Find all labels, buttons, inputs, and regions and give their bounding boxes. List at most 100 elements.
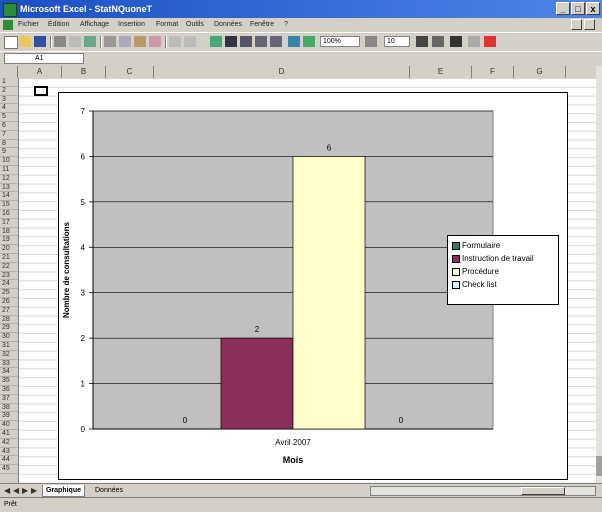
active-cell-a1[interactable] [34, 86, 48, 96]
copy-icon[interactable] [119, 36, 131, 47]
sheet-tab-graphique[interactable]: Graphique [42, 485, 86, 497]
menu-help[interactable]: ? [284, 21, 288, 28]
column-header-d[interactable]: D [154, 66, 410, 78]
help-icon[interactable] [365, 36, 377, 47]
menu-insertion[interactable]: Insertion [118, 21, 145, 28]
row-header-12[interactable]: 12 [0, 175, 18, 184]
row-header-30[interactable]: 30 [0, 333, 18, 342]
legend-item[interactable]: Procédure [452, 265, 558, 278]
menu-fichier[interactable]: Fichier [18, 21, 39, 28]
row-header-27[interactable]: 27 [0, 307, 18, 316]
row-header-41[interactable]: 41 [0, 430, 18, 439]
row-header-26[interactable]: 26 [0, 298, 18, 307]
row-header-20[interactable]: 20 [0, 245, 18, 254]
menu-outils[interactable]: Outils [186, 21, 204, 28]
next-sheet-arrow-icon[interactable]: ▶ [22, 486, 28, 495]
column-header-c[interactable]: C [106, 66, 154, 78]
menu-affichage[interactable]: Affichage [80, 21, 109, 28]
row-header-22[interactable]: 22 [0, 263, 18, 272]
row-header-44[interactable]: 44 [0, 456, 18, 466]
menu-edition[interactable]: Édition [48, 21, 69, 28]
column-header-a[interactable]: A [18, 66, 62, 78]
row-header-3[interactable]: 3 [0, 96, 18, 105]
row-header-40[interactable]: 40 [0, 421, 18, 430]
menu-format[interactable]: Format [156, 21, 178, 28]
row-header-39[interactable]: 39 [0, 412, 18, 422]
row-header-42[interactable]: 42 [0, 439, 18, 448]
print-icon[interactable] [54, 36, 66, 47]
last-sheet-arrow-icon[interactable]: ▶ [31, 486, 37, 495]
row-header-6[interactable]: 6 [0, 122, 18, 131]
row-header-37[interactable]: 37 [0, 395, 18, 404]
close-button[interactable]: x [586, 2, 600, 15]
function-icon[interactable] [240, 36, 252, 47]
row-header-23[interactable]: 23 [0, 272, 18, 281]
row-header-9[interactable]: 9 [0, 148, 18, 158]
drawing-icon[interactable] [303, 36, 315, 47]
row-header-21[interactable]: 21 [0, 254, 18, 263]
menu-donnees[interactable]: Données [214, 21, 242, 28]
legend-item[interactable]: Formulaire [452, 239, 558, 252]
redo-icon[interactable] [184, 36, 196, 47]
row-header-25[interactable]: 25 [0, 289, 18, 298]
row-header-43[interactable]: 43 [0, 448, 18, 457]
row-header-13[interactable]: 13 [0, 184, 18, 193]
row-header-28[interactable]: 28 [0, 316, 18, 325]
row-header-29[interactable]: 29 [0, 324, 18, 334]
column-header-e[interactable]: E [410, 66, 472, 78]
doc-restore-button[interactable] [571, 19, 582, 30]
row-header-24[interactable]: 24 [0, 280, 18, 290]
chart-legend[interactable]: Formulaire Instruction de travail Procédur… [447, 235, 559, 305]
first-sheet-arrow-icon[interactable]: ◀ [4, 486, 10, 495]
font-size-select[interactable]: 10 [384, 36, 410, 47]
currency-icon[interactable] [450, 36, 462, 47]
row-header-19[interactable]: 19 [0, 236, 18, 246]
row-header-17[interactable]: 17 [0, 219, 18, 228]
row-header-10[interactable]: 10 [0, 157, 18, 166]
new-icon[interactable] [4, 36, 18, 49]
row-header-11[interactable]: 11 [0, 166, 18, 175]
prev-sheet-arrow-icon[interactable]: ◀ [13, 486, 19, 495]
sort-descending-icon[interactable] [270, 36, 282, 47]
row-header-34[interactable]: 34 [0, 368, 18, 378]
undo-icon[interactable] [169, 36, 181, 47]
horizontal-scroll-thumb[interactable] [521, 487, 565, 495]
spelling-icon[interactable] [84, 36, 96, 47]
row-header-38[interactable]: 38 [0, 404, 18, 413]
format-painter-icon[interactable] [149, 36, 161, 47]
hyperlink-icon[interactable] [210, 36, 222, 47]
row-header-33[interactable]: 33 [0, 360, 18, 369]
menu-fenetre[interactable]: Fenêtre [250, 21, 274, 28]
row-header-32[interactable]: 32 [0, 351, 18, 360]
row-header-4[interactable]: 4 [0, 104, 18, 114]
open-icon[interactable] [19, 36, 31, 47]
excel-app-icon[interactable] [3, 3, 17, 17]
sheet-tab-donnees[interactable]: Données [92, 485, 126, 496]
maximize-button[interactable]: □ [571, 2, 585, 15]
minimize-button[interactable]: _ [556, 2, 570, 15]
workbook-icon[interactable] [3, 20, 13, 30]
row-header-8[interactable]: 8 [0, 140, 18, 149]
vertical-scrollbar[interactable] [596, 66, 602, 483]
select-all-corner[interactable] [0, 66, 18, 78]
embedded-chart[interactable]: 0 1 2 3 4 5 6 7 0 2 6 0 Avril 2007 Mois Nombre de cons… [58, 92, 568, 480]
legend-item[interactable]: Instruction de travail [452, 252, 558, 265]
row-header-18[interactable]: 18 [0, 228, 18, 237]
zoom-select[interactable]: 100% [320, 36, 360, 47]
borders-icon[interactable] [468, 36, 480, 47]
align-center-icon[interactable] [432, 36, 444, 47]
doc-close-button[interactable] [584, 19, 595, 30]
row-header-1[interactable]: 1 [0, 78, 18, 87]
row-header-7[interactable]: 7 [0, 131, 18, 140]
sort-ascending-icon[interactable] [255, 36, 267, 47]
row-header-2[interactable]: 2 [0, 87, 18, 96]
row-header-14[interactable]: 14 [0, 192, 18, 202]
column-header-f[interactable]: F [472, 66, 514, 78]
row-header-15[interactable]: 15 [0, 201, 18, 210]
column-header-g[interactable]: G [514, 66, 566, 78]
bold-icon[interactable] [416, 36, 428, 47]
print-preview-icon[interactable] [69, 36, 81, 47]
row-header-45[interactable]: 45 [0, 465, 18, 474]
autosum-icon[interactable] [225, 36, 237, 47]
paste-icon[interactable] [134, 36, 146, 47]
